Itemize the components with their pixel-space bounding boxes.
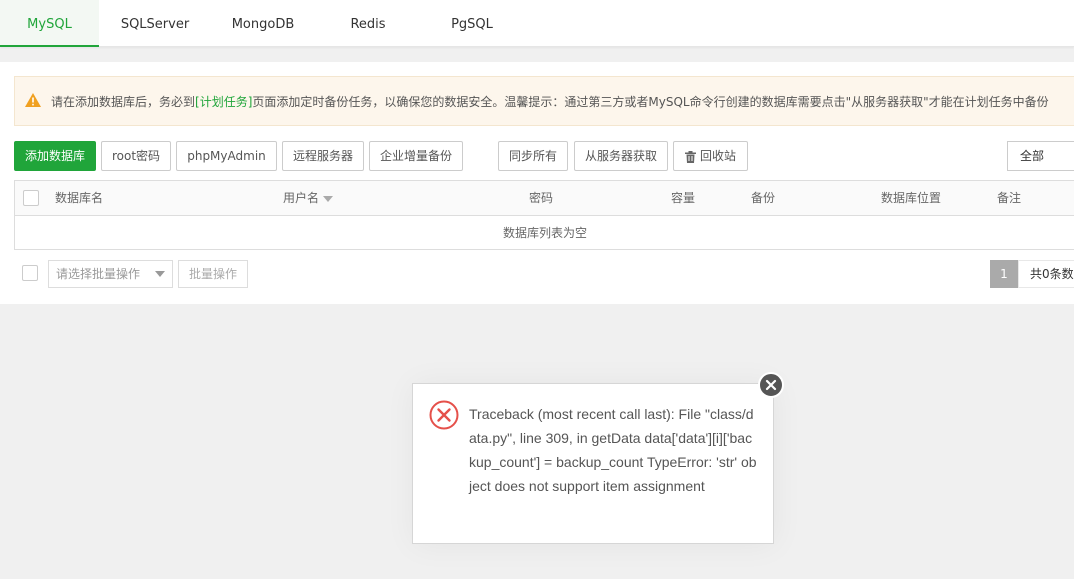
tab-mysql[interactable]: MySQL bbox=[0, 0, 99, 47]
pagination-total: 共0条数据 bbox=[1018, 260, 1074, 288]
category-filter-select[interactable]: 全部 bbox=[1007, 141, 1074, 171]
column-database-name: 数据库名 bbox=[55, 191, 104, 205]
error-dialog: Traceback (most recent call last): File … bbox=[412, 383, 774, 544]
database-type-tabs: MySQL SQLServer MongoDB Redis PgSQL bbox=[0, 0, 1074, 47]
warning-icon bbox=[25, 93, 41, 107]
column-remarks: 备注 bbox=[997, 191, 1022, 205]
database-table: 数据库名 用户名 密码 容量 备份 数据库位置 备注 数据库列表为空 bbox=[14, 180, 1074, 250]
empty-table-message: 数据库列表为空 bbox=[502, 226, 587, 240]
notice-text: 请在添加数据库后，务必到[计划任务]页面添加定时备份任务，以确保您的数据安全。温… bbox=[51, 95, 1049, 109]
pagination-current-page[interactable]: 1 bbox=[990, 260, 1018, 288]
sort-down-icon bbox=[323, 195, 334, 202]
database-panel: 请在添加数据库后，务必到[计划任务]页面添加定时备份任务，以确保您的数据安全。温… bbox=[0, 62, 1074, 304]
batch-operation-select[interactable]: 请选择批量操作 bbox=[48, 260, 173, 288]
batch-operation-button[interactable]: 批量操作 bbox=[178, 260, 248, 288]
column-backup: 备份 bbox=[751, 191, 776, 205]
tab-pgsql[interactable]: PgSQL bbox=[434, 0, 510, 47]
tab-mongodb[interactable]: MongoDB bbox=[218, 0, 308, 47]
select-all-checkbox[interactable] bbox=[23, 190, 39, 206]
error-message: Traceback (most recent call last): File … bbox=[469, 406, 757, 494]
column-capacity: 容量 bbox=[671, 191, 696, 205]
sync-all-button[interactable]: 同步所有 bbox=[498, 141, 568, 171]
scheduled-task-link[interactable]: [计划任务] bbox=[195, 95, 252, 109]
tab-redis[interactable]: Redis bbox=[330, 0, 406, 47]
root-password-button[interactable]: root密码 bbox=[101, 141, 171, 171]
add-database-button[interactable]: 添加数据库 bbox=[14, 141, 96, 171]
close-icon bbox=[765, 379, 777, 391]
footer-select-checkbox[interactable] bbox=[22, 265, 38, 281]
error-icon bbox=[429, 400, 459, 430]
table-header: 数据库名 用户名 密码 容量 备份 数据库位置 备注 bbox=[15, 181, 1074, 216]
column-password: 密码 bbox=[529, 191, 554, 205]
column-database-location: 数据库位置 bbox=[881, 191, 942, 205]
trash-icon bbox=[684, 150, 696, 163]
remote-server-button[interactable]: 远程服务器 bbox=[282, 141, 364, 171]
backup-notice: 请在添加数据库后，务必到[计划任务]页面添加定时备份任务，以确保您的数据安全。温… bbox=[14, 76, 1074, 126]
column-username[interactable]: 用户名 bbox=[283, 181, 334, 216]
fetch-from-server-button[interactable]: 从服务器获取 bbox=[574, 141, 668, 171]
close-dialog-button[interactable] bbox=[758, 372, 784, 398]
recycle-bin-button[interactable]: 回收站 bbox=[673, 141, 748, 171]
chevron-down-icon bbox=[155, 271, 165, 277]
tab-sqlserver[interactable]: SQLServer bbox=[110, 0, 200, 47]
phpmyadmin-button[interactable]: phpMyAdmin bbox=[176, 141, 277, 171]
enterprise-backup-button[interactable]: 企业增量备份 bbox=[369, 141, 463, 171]
